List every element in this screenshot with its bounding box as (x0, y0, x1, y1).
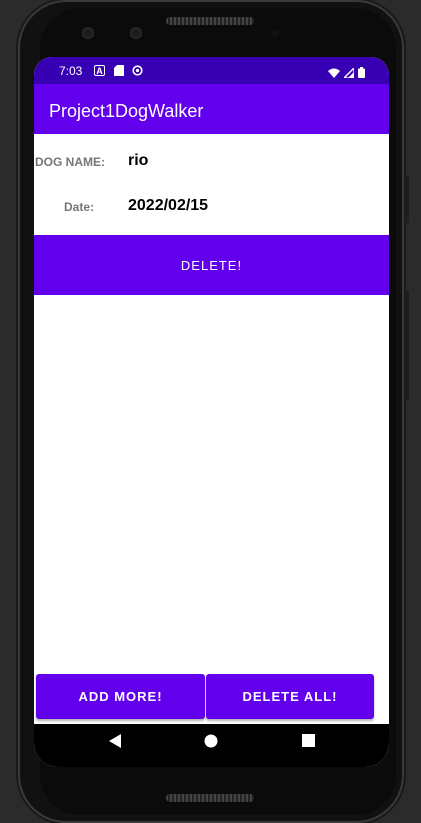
system-nav-bar (34, 724, 389, 767)
status-time: 7:03 (59, 64, 83, 78)
app-screen: 7:03 A Project1DogWalker DOG NAME: rio D… (34, 57, 389, 767)
wifi-icon (328, 65, 340, 83)
power-button[interactable] (405, 290, 409, 400)
volume-button[interactable] (405, 175, 409, 223)
signal-icon (342, 65, 355, 83)
sync-icon (132, 65, 143, 76)
date-value: 2022/02/15 (128, 197, 209, 214)
app-bar: Project1DogWalker (34, 84, 389, 134)
add-more-button[interactable]: ADD MORE! (36, 674, 205, 719)
sd-card-icon (113, 65, 124, 76)
proximity-sensor (271, 29, 279, 37)
bottom-speaker (166, 794, 254, 802)
recents-icon[interactable] (302, 734, 315, 752)
app-title: Project1DogWalker (49, 101, 204, 121)
earpiece-speaker (166, 17, 254, 25)
front-sensor (82, 27, 94, 39)
delete-all-button[interactable]: DELETE ALL! (206, 674, 374, 719)
delete-button[interactable]: DELETE! (34, 235, 389, 295)
front-camera (130, 27, 142, 39)
status-bar: 7:03 A (34, 57, 389, 84)
back-icon[interactable] (108, 734, 122, 753)
date-label: Date: (64, 200, 95, 214)
home-icon[interactable] (204, 734, 218, 753)
battery-icon (358, 65, 365, 83)
a-notification-icon: A (94, 65, 105, 76)
dog-name-value: rio (128, 152, 149, 169)
dog-name-label: DOG NAME: (35, 155, 105, 169)
